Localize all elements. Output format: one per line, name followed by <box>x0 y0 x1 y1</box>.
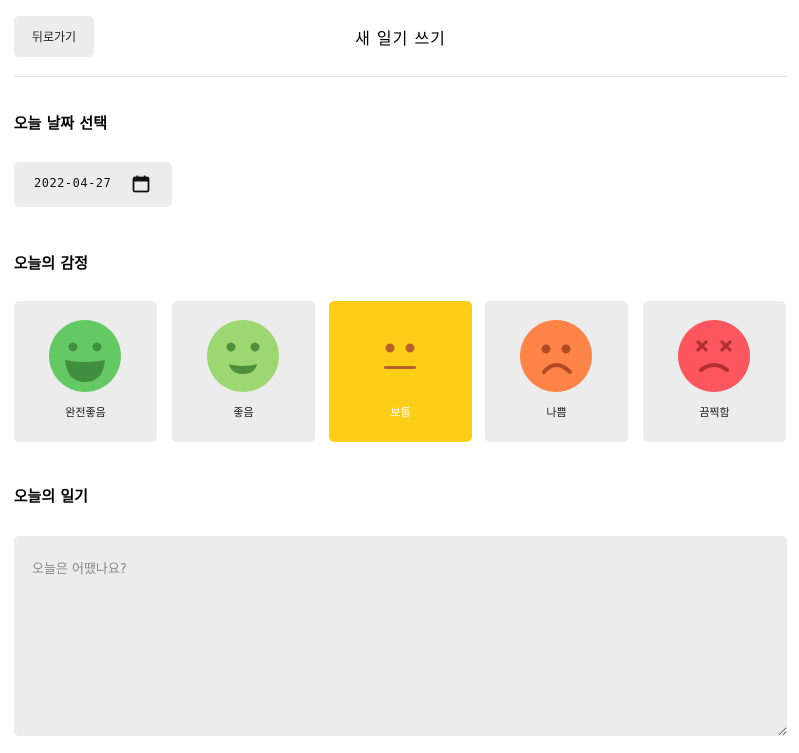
date-input[interactable]: 2022-04-27 <box>14 162 172 207</box>
emotion-section-title: 오늘의 감정 <box>14 254 89 272</box>
emotion-label: 완전좋음 <box>65 406 106 419</box>
header: 뒤로가기 새 일기 쓰기 <box>14 0 787 77</box>
emotion-item-normal[interactable]: 보통 <box>329 301 472 442</box>
emotion-label: 좋음 <box>233 406 254 419</box>
terrible-face-icon <box>678 320 750 392</box>
diary-editor-page: 뒤로가기 새 일기 쓰기 오늘 날짜 선택 2022-04-27 오늘의 감정 … <box>0 0 799 753</box>
date-section-title: 오늘 날짜 선택 <box>14 114 108 132</box>
emotion-item-terrible[interactable]: 끔찍함 <box>643 301 786 442</box>
emotion-item-good[interactable]: 좋음 <box>172 301 315 442</box>
calendar-icon[interactable] <box>132 175 150 193</box>
date-value: 2022-04-27 <box>34 176 112 190</box>
page-title: 새 일기 쓰기 <box>355 29 446 48</box>
emotion-item-very-good[interactable]: 완전좋음 <box>14 301 157 442</box>
emotion-label: 끔찍함 <box>699 406 730 419</box>
very-happy-face-icon <box>49 320 121 392</box>
diary-section-title: 오늘의 일기 <box>14 487 89 505</box>
emotion-item-bad[interactable]: 나쁨 <box>485 301 628 442</box>
emotion-label: 보통 <box>390 406 411 419</box>
emotion-list: 완전좋음 좋음 보통 나쁨 끔찍함 <box>14 301 787 442</box>
sad-face-icon <box>520 320 592 392</box>
diary-textarea[interactable] <box>14 536 787 736</box>
neutral-face-icon <box>364 320 436 392</box>
emotion-label: 나쁨 <box>546 406 567 419</box>
happy-face-icon <box>207 320 279 392</box>
